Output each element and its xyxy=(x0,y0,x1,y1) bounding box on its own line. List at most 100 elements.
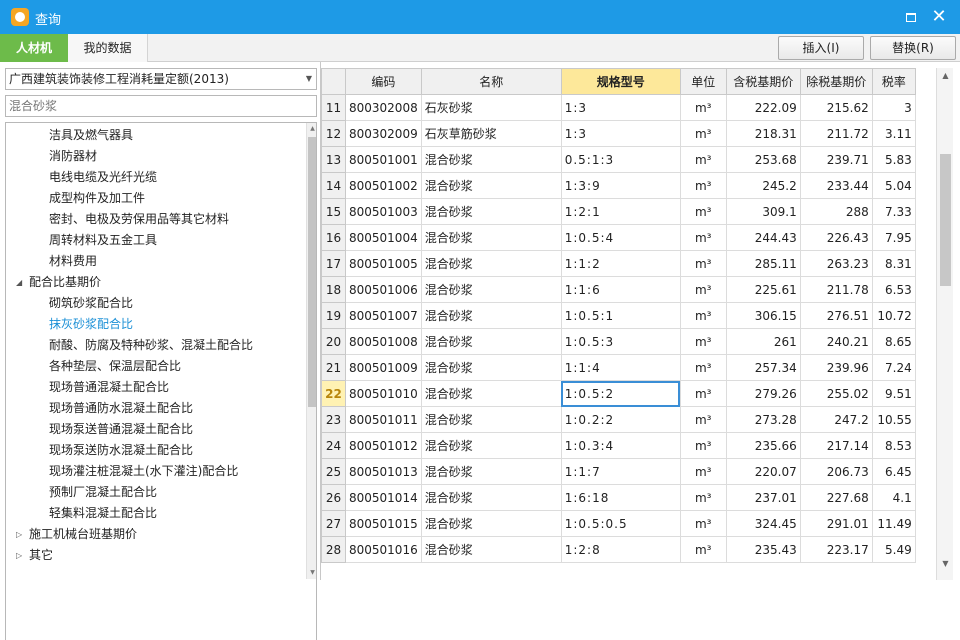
cell-code[interactable]: 800501016 xyxy=(345,536,422,563)
cell-code[interactable]: 800501014 xyxy=(345,484,422,511)
cell-code[interactable]: 800501010 xyxy=(345,380,422,407)
scroll-up-icon[interactable]: ▲ xyxy=(937,68,954,84)
table-row[interactable]: 26 800501014 混合砂浆 1:6:18 m³ 237.01 227.68 4.1 xyxy=(321,484,916,511)
cell-code[interactable]: 800501015 xyxy=(345,510,422,537)
header-price-notax[interactable]: 除税基期价 xyxy=(799,68,873,95)
cell-tax-rate[interactable]: 6.45 xyxy=(871,458,916,485)
cell-tax-rate[interactable]: 7.95 xyxy=(871,224,916,251)
tree-item[interactable]: 成型构件及加工件 xyxy=(49,188,145,209)
cell-price-notax[interactable]: 233.44 xyxy=(799,172,873,199)
cell-unit[interactable]: m³ xyxy=(679,432,727,459)
cell-spec[interactable]: 1:0.5:4 xyxy=(560,224,681,251)
tree-item[interactable]: 消防器材 xyxy=(49,146,97,167)
cell-price-notax[interactable]: 239.96 xyxy=(799,354,873,381)
cell-price-notax[interactable]: 226.43 xyxy=(799,224,873,251)
table-row[interactable]: 16 800501004 混合砂浆 1:0.5:4 m³ 244.43 226.43 7.95 xyxy=(321,224,916,251)
cell-code[interactable]: 800501004 xyxy=(345,224,422,251)
cell-unit[interactable]: m³ xyxy=(679,484,727,511)
cell-code[interactable]: 800302008 xyxy=(345,94,422,121)
collapse-arrow-icon[interactable]: ◢ xyxy=(16,272,26,293)
cell-spec[interactable]: 1:2:8 xyxy=(560,536,681,563)
cell-code[interactable]: 800501005 xyxy=(345,250,422,277)
cell-name[interactable]: 混合砂浆 xyxy=(420,198,562,225)
cell-price-tax[interactable]: 309.1 xyxy=(725,198,801,225)
row-number[interactable]: 21 xyxy=(321,354,346,381)
cell-price-notax[interactable]: 211.78 xyxy=(799,276,873,303)
expand-arrow-icon[interactable]: ▷ xyxy=(16,524,26,545)
tree-item[interactable]: 轻集料混凝土配合比 xyxy=(49,503,157,524)
tree-item[interactable]: 现场泵送普通混凝土配合比 xyxy=(49,419,193,440)
table-row[interactable]: 22 800501010 混合砂浆 1:0.5:2 m³ 279.26 255.02 9.51 xyxy=(321,380,916,407)
row-number[interactable]: 23 xyxy=(321,406,346,433)
cell-tax-rate[interactable]: 7.33 xyxy=(871,198,916,225)
row-number[interactable]: 18 xyxy=(321,276,346,303)
row-number[interactable]: 27 xyxy=(321,510,346,537)
cell-name[interactable]: 混合砂浆 xyxy=(420,146,562,173)
cell-price-tax[interactable]: 253.68 xyxy=(725,146,801,173)
cell-spec[interactable]: 1:3:9 xyxy=(560,172,681,199)
cell-price-notax[interactable]: 240.21 xyxy=(799,328,873,355)
row-number[interactable]: 17 xyxy=(321,250,346,277)
cell-price-tax[interactable]: 261 xyxy=(725,328,801,355)
tree-item[interactable]: 洁具及燃气器具 xyxy=(49,125,133,146)
cell-name[interactable]: 混合砂浆 xyxy=(420,380,562,407)
cell-unit[interactable]: m³ xyxy=(679,328,727,355)
cell-price-notax[interactable]: 215.62 xyxy=(799,94,873,121)
cell-price-notax[interactable]: 223.17 xyxy=(799,536,873,563)
tree-item[interactable]: 耐酸、防腐及特种砂浆、混凝土配合比 xyxy=(49,335,253,356)
cell-price-notax[interactable]: 217.14 xyxy=(799,432,873,459)
cell-code[interactable]: 800501001 xyxy=(345,146,422,173)
grid-scroll-thumb[interactable] xyxy=(940,154,951,286)
cell-code[interactable]: 800501008 xyxy=(345,328,422,355)
tree-item[interactable]: 密封、电极及劳保用品等其它材料 xyxy=(49,209,229,230)
row-number[interactable]: 26 xyxy=(321,484,346,511)
cell-spec[interactable]: 1:1:6 xyxy=(560,276,681,303)
cell-name[interactable]: 混合砂浆 xyxy=(420,432,562,459)
cell-price-notax[interactable]: 211.72 xyxy=(799,120,873,147)
insert-button[interactable]: 插入(I) xyxy=(778,36,864,60)
cell-tax-rate[interactable]: 5.83 xyxy=(871,146,916,173)
cell-tax-rate[interactable]: 8.65 xyxy=(871,328,916,355)
tree-item[interactable]: 材料费用 xyxy=(49,251,97,272)
cell-tax-rate[interactable]: 10.72 xyxy=(871,302,916,329)
header-code[interactable]: 编码 xyxy=(345,68,422,95)
cell-price-notax[interactable]: 206.73 xyxy=(799,458,873,485)
cell-price-notax[interactable]: 291.01 xyxy=(799,510,873,537)
cell-price-notax[interactable]: 247.2 xyxy=(799,406,873,433)
cell-tax-rate[interactable]: 4.1 xyxy=(871,484,916,511)
cell-tax-rate[interactable]: 10.55 xyxy=(871,406,916,433)
table-row[interactable]: 18 800501006 混合砂浆 1:1:6 m³ 225.61 211.78 6.53 xyxy=(321,276,916,303)
cell-tax-rate[interactable]: 8.31 xyxy=(871,250,916,277)
cell-unit[interactable]: m³ xyxy=(679,302,727,329)
cell-spec[interactable]: 1:1:4 xyxy=(560,354,681,381)
row-number[interactable]: 20 xyxy=(321,328,346,355)
row-number[interactable]: 15 xyxy=(321,198,346,225)
tree-item[interactable]: 配合比基期价 xyxy=(29,272,101,293)
tree-item[interactable]: 现场普通防水混凝土配合比 xyxy=(49,398,193,419)
cell-name[interactable]: 混合砂浆 xyxy=(420,458,562,485)
cell-unit[interactable]: m³ xyxy=(679,406,727,433)
cell-name[interactable]: 混合砂浆 xyxy=(420,354,562,381)
row-number[interactable]: 22 xyxy=(321,380,346,407)
cell-price-tax[interactable]: 218.31 xyxy=(725,120,801,147)
row-number[interactable]: 16 xyxy=(321,224,346,251)
cell-spec[interactable]: 1:3 xyxy=(560,120,681,147)
cell-unit[interactable]: m³ xyxy=(679,198,727,225)
row-number[interactable]: 11 xyxy=(321,94,346,121)
cell-price-tax[interactable]: 257.34 xyxy=(725,354,801,381)
scroll-down-icon[interactable]: ▼ xyxy=(937,556,954,572)
cell-code[interactable]: 800302009 xyxy=(345,120,422,147)
cell-spec[interactable]: 1:0.3:4 xyxy=(560,432,681,459)
cell-price-tax[interactable]: 225.61 xyxy=(725,276,801,303)
cell-code[interactable]: 800501009 xyxy=(345,354,422,381)
tree-item[interactable]: 周转材料及五金工具 xyxy=(49,230,157,251)
row-number[interactable]: 19 xyxy=(321,302,346,329)
cell-unit[interactable]: m³ xyxy=(679,172,727,199)
tree-item[interactable]: 抹灰砂浆配合比 xyxy=(49,314,133,335)
scroll-down-icon[interactable]: ▼ xyxy=(307,567,316,579)
cell-unit[interactable]: m³ xyxy=(679,146,727,173)
cell-spec[interactable]: 1:6:18 xyxy=(560,484,681,511)
table-row[interactable]: 21 800501009 混合砂浆 1:1:4 m³ 257.34 239.96 7.24 xyxy=(321,354,916,381)
cell-price-tax[interactable]: 306.15 xyxy=(725,302,801,329)
cell-price-notax[interactable]: 263.23 xyxy=(799,250,873,277)
